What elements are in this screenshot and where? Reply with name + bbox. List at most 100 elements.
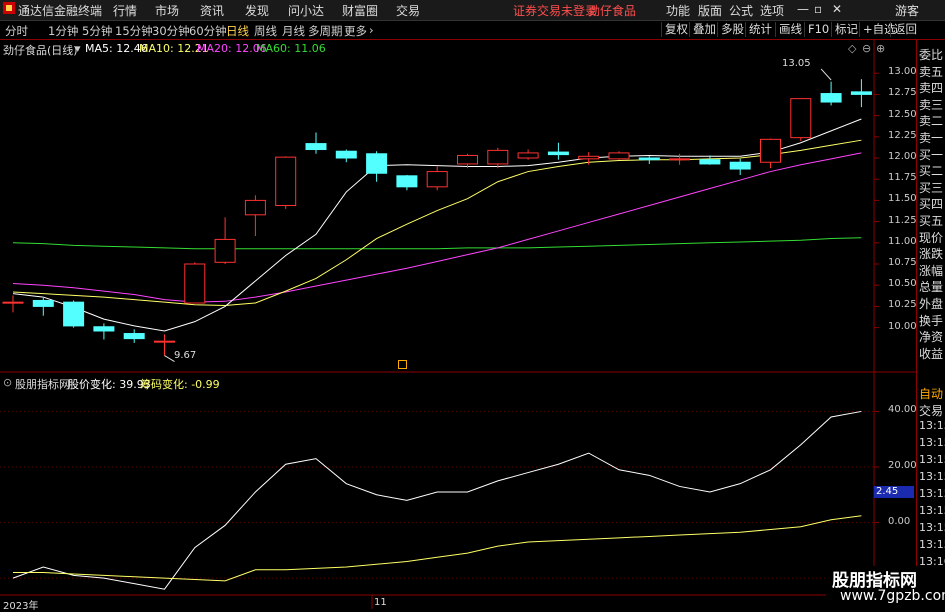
quote-field-label: 外盘 xyxy=(919,297,944,311)
quote-field-label: 卖四 xyxy=(919,81,944,96)
period-tab-more[interactable]: 更多 xyxy=(344,23,367,39)
high-annotation-arrow xyxy=(820,68,832,81)
chevron-right-icon[interactable]: › xyxy=(369,23,374,37)
indicator-y-axis: 40.0020.000.00-20.00 xyxy=(886,372,920,592)
quote-field-label: 买一 xyxy=(919,147,944,162)
period-toolbar: 分时 1分钟 5分钟 15分钟 30分钟 60分钟 日线 周线 月线 多周期 更… xyxy=(0,21,945,40)
quote-field-label: 卖三 xyxy=(919,97,944,112)
candle-body-up xyxy=(608,152,630,160)
quote-field-label: 收益 xyxy=(919,346,944,361)
period-tab-30min[interactable]: 30分钟 xyxy=(152,23,190,39)
minimize-icon[interactable]: — xyxy=(797,2,809,16)
restore-icon[interactable]: ▫ xyxy=(814,2,822,16)
menu-item-ask[interactable]: 问小达 xyxy=(288,2,324,19)
app-logo-icon xyxy=(3,2,15,17)
trade-time-label: 13:15 xyxy=(919,538,945,551)
price-tick-label: 12.75 xyxy=(888,87,917,99)
ma-line-ma5 xyxy=(12,118,862,332)
mark-button[interactable]: 标记 xyxy=(831,22,861,37)
candle-body-up xyxy=(154,340,175,343)
candle-body-down xyxy=(305,143,327,151)
menu-item-market[interactable]: 行情 xyxy=(113,2,137,19)
price-tick-label: 12.00 xyxy=(888,151,917,162)
candle-body-down xyxy=(123,333,145,340)
low-price-annotation: 9.67 xyxy=(174,350,197,361)
main-y-axis: 13.00 12.75 12.50 12.25 12.00 11.75 11.50 11.25… xyxy=(886,40,917,370)
back-button[interactable]: 返回 xyxy=(890,22,920,37)
price-tick-label: 12.50 xyxy=(888,108,917,120)
price-tick-label: 10.25 xyxy=(888,299,917,311)
ma-line-ma60 xyxy=(12,237,862,250)
trade-time-label: 13:15 xyxy=(919,487,945,500)
menu-item-options[interactable]: 选项 xyxy=(760,2,784,19)
menu-item-function[interactable]: 功能 xyxy=(666,2,690,19)
side-tab-label[interactable]: 自动 xyxy=(919,385,943,402)
statistics-button[interactable]: 统计 xyxy=(745,22,775,37)
draw-line-button[interactable]: 画线 xyxy=(775,22,805,37)
chart-area[interactable] xyxy=(0,40,916,609)
menu-item-layout[interactable]: 版面 xyxy=(698,2,722,19)
menu-item-discover[interactable]: 发现 xyxy=(245,2,269,19)
period-tab-15min[interactable]: 15分钟 xyxy=(115,23,153,39)
menu-item-formula[interactable]: 公式 xyxy=(729,2,753,19)
close-icon[interactable]: ✕ xyxy=(832,2,842,16)
candle-body-up xyxy=(2,301,24,304)
trade-time-label: 13:15 xyxy=(919,470,945,483)
price-tick-label: 10.00 xyxy=(888,320,917,332)
menu-item-news[interactable]: 资讯 xyxy=(200,2,224,19)
indicator-tick-label: 40.00 xyxy=(888,404,917,416)
multi-stock-button[interactable]: 多股 xyxy=(717,22,747,37)
side-tab-label[interactable]: 交易 xyxy=(919,402,943,419)
candle-body-up xyxy=(487,149,509,165)
indicator-tick-label: 20.00 xyxy=(888,460,917,471)
menu-item-market-center[interactable]: 市场 xyxy=(155,2,179,19)
quote-field-label: 卖二 xyxy=(919,114,944,129)
year-label: 2023年 xyxy=(3,601,39,612)
overlay-button[interactable]: 叠加 xyxy=(689,22,719,37)
candle-body-down xyxy=(699,159,721,165)
quote-field-label: 换手 xyxy=(919,313,944,328)
candle-body-down xyxy=(63,301,85,327)
adjust-button[interactable]: 复权 xyxy=(661,22,691,37)
price-tick-label: 13.00 xyxy=(888,66,917,78)
menu-item-trade[interactable]: 交易 xyxy=(396,2,420,19)
quote-field-label: 买三 xyxy=(919,180,944,195)
guest-user[interactable]: 游客 xyxy=(895,2,919,19)
candle-body-down xyxy=(547,151,569,156)
low-annotation-arrow xyxy=(164,355,175,362)
period-tab-5min[interactable]: 5分钟 xyxy=(82,23,112,39)
event-marker-icon[interactable] xyxy=(398,360,407,369)
trade-login-status[interactable]: 证券交易未登录 xyxy=(513,2,597,19)
f10-button[interactable]: F10 xyxy=(804,22,832,37)
period-tab-daily[interactable]: 日线 xyxy=(226,23,249,39)
quote-field-label: 委比 xyxy=(919,48,944,62)
price-tick-label: 11.75 xyxy=(888,172,917,184)
quote-field-label: 总量 xyxy=(919,280,944,295)
price-tick-label: 10.50 xyxy=(888,278,917,290)
quote-field-label: 卖五 xyxy=(919,64,944,79)
period-tab-multi[interactable]: 多周期 xyxy=(308,23,343,39)
period-tab-monthly[interactable]: 月线 xyxy=(282,23,305,39)
watermark: 股朋指标网 www.7gpzb.com xyxy=(826,566,945,609)
watermark-url: www.7gpzb.com xyxy=(840,588,945,604)
indicator-line xyxy=(13,515,862,582)
quote-field-label: 涨幅 xyxy=(919,263,944,278)
candle-body-down xyxy=(335,150,357,159)
candle-body-down xyxy=(638,157,660,161)
period-tab-60min[interactable]: 60分钟 xyxy=(189,23,227,39)
current-stock-name[interactable]: 劲仔食品 xyxy=(588,2,636,19)
high-price-annotation: 13.05 xyxy=(782,58,811,69)
app-title: 通达信金融终端 xyxy=(18,4,103,18)
trade-time-label: 13:15 xyxy=(919,521,945,534)
period-tab-intraday[interactable]: 分时 xyxy=(5,23,28,39)
candle-body-down xyxy=(32,299,54,307)
menu-item-wealth[interactable]: 财富圈 xyxy=(342,2,378,19)
period-tab-weekly[interactable]: 周线 xyxy=(254,23,277,39)
candle-body-down xyxy=(820,93,842,103)
period-tab-1min[interactable]: 1分钟 xyxy=(48,23,78,39)
trade-time-label: 13:15 xyxy=(919,419,945,432)
price-tick-label: 11.50 xyxy=(888,193,917,205)
candle-body-up xyxy=(184,263,206,304)
candle-body-down xyxy=(366,153,388,174)
indicator-line xyxy=(12,410,862,590)
